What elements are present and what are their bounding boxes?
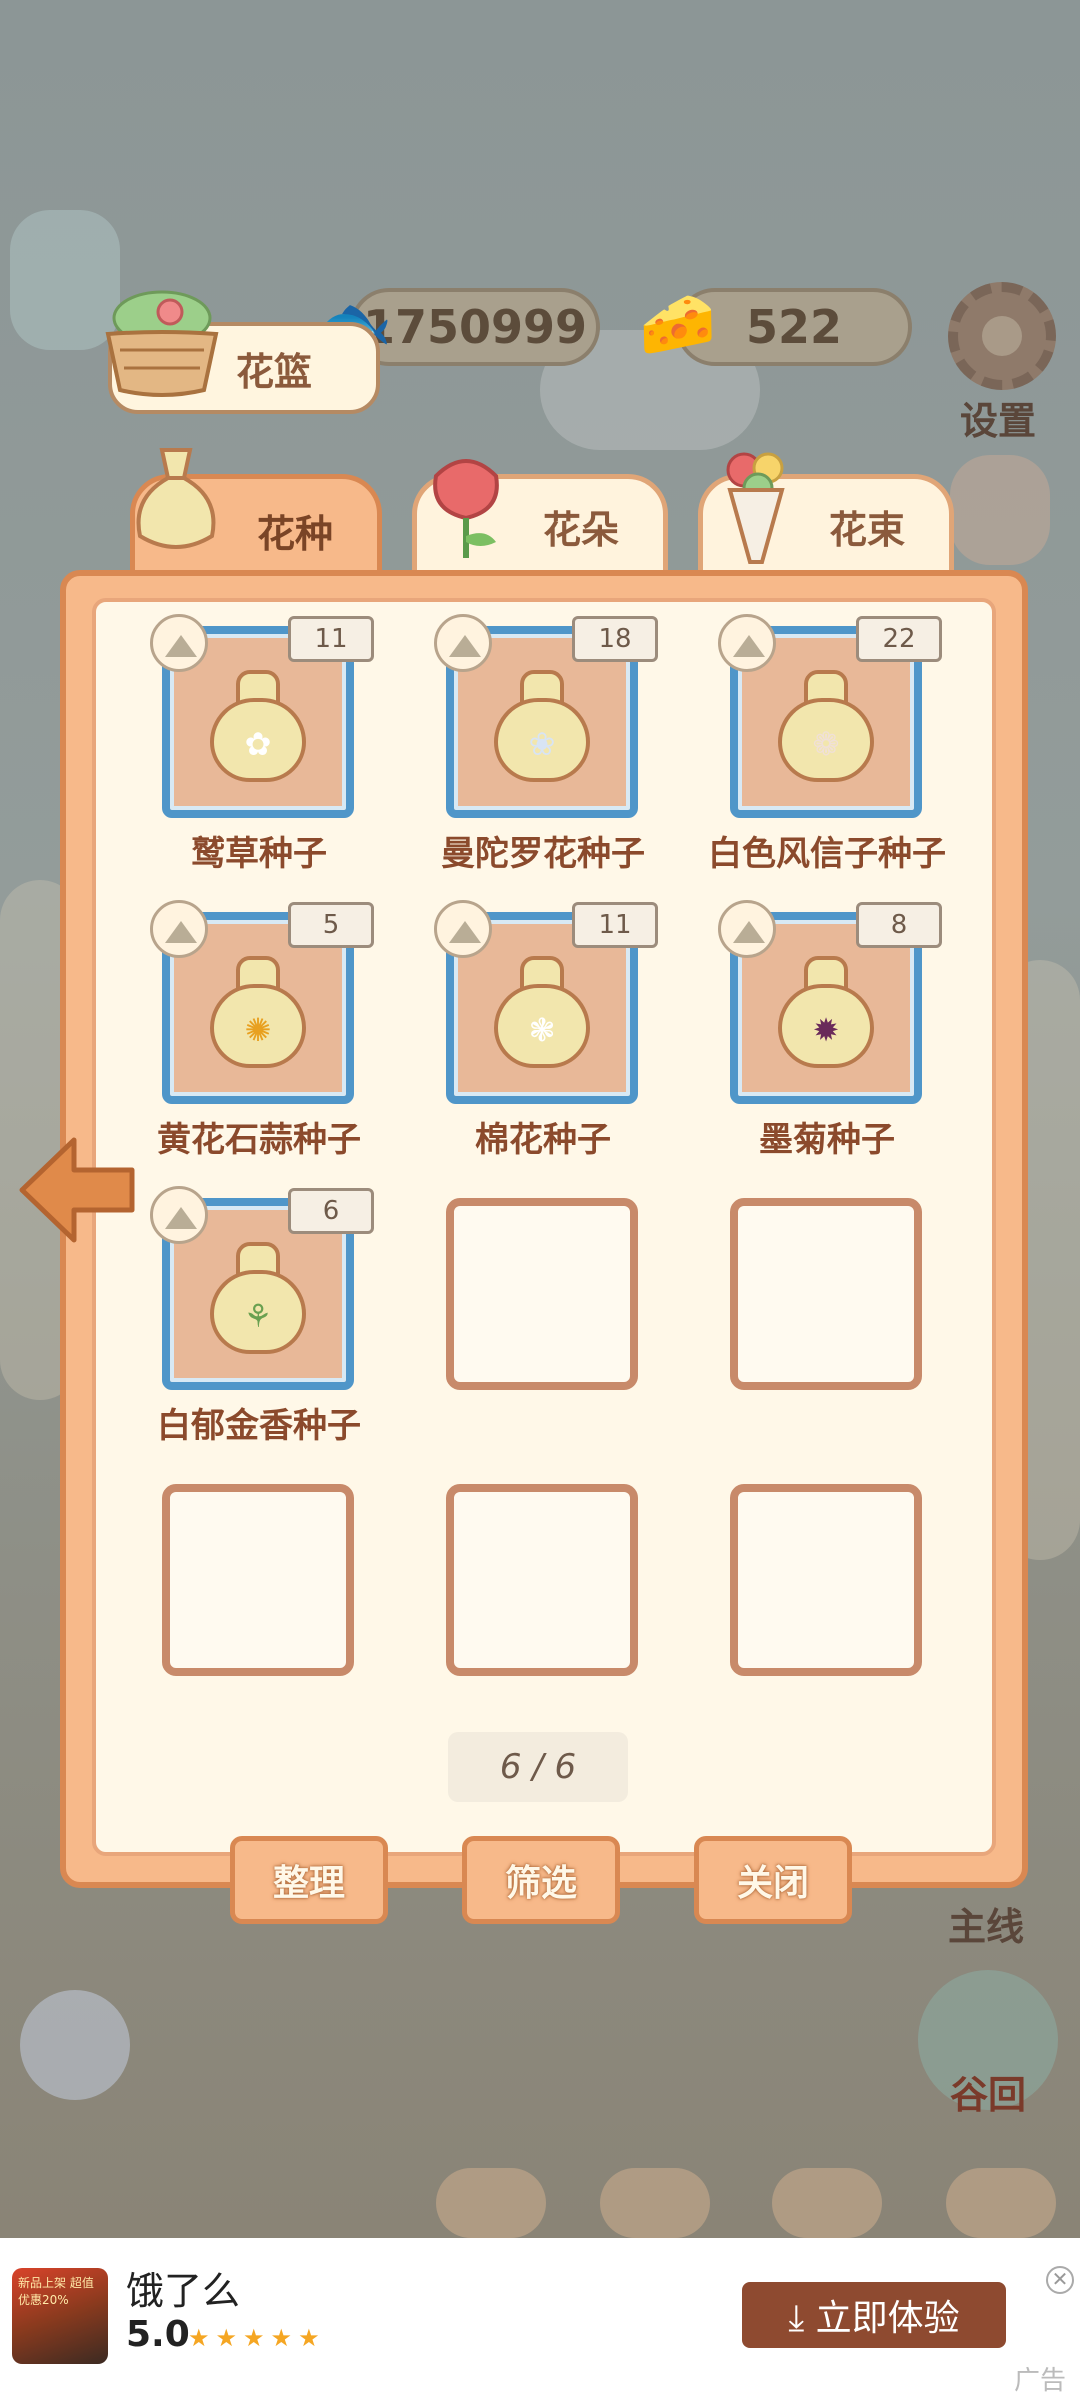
trophy-icon[interactable]: [946, 2168, 1056, 2238]
market-stall-icon[interactable]: [600, 2168, 710, 2238]
page-indicator: 6 / 6: [448, 1732, 628, 1802]
bouquet-icon: [726, 452, 785, 564]
inventory-slot[interactable]: 6 ⚘: [150, 1186, 374, 1390]
inventory-slot[interactable]: 11 ✿: [150, 614, 374, 818]
seed-type-icon: [718, 900, 776, 958]
home-label[interactable]: 谷回: [950, 2064, 1026, 2119]
seed-bag-icon: ✿: [210, 668, 306, 782]
tab-bouquets-label: 花束: [828, 507, 905, 552]
tab-flowers-label: 花朵: [542, 507, 619, 552]
item-count: 11: [288, 616, 374, 662]
close-button[interactable]: 关闭: [694, 1836, 852, 1924]
shop-window-icon[interactable]: [436, 2168, 546, 2238]
item-name: 白色风信子种子: [708, 834, 946, 874]
item-name: 曼陀罗花种子: [441, 834, 645, 874]
seed-bag-icon: ❃: [494, 954, 590, 1068]
inventory-slot[interactable]: 8 ✹: [718, 900, 942, 1104]
seed-type-icon: [718, 614, 776, 672]
empty-slot[interactable]: [730, 1484, 922, 1676]
ad-rating: 5.0: [126, 2314, 190, 2355]
ad-banner[interactable]: 新品上架 超值优惠20% 饿了么 5.0 ★★★★★ ⤓ 立即体验: [0, 2238, 1080, 2400]
mainline-label[interactable]: 主线: [948, 1896, 1024, 1951]
sort-button-label: 整理: [272, 1863, 345, 1904]
flower-icon: ✹: [812, 1011, 840, 1049]
item-name: 白郁金香种子: [157, 1406, 361, 1446]
tab-flower-seeds-label: 花种: [256, 511, 333, 556]
ad-cta-label: ⤓ 立即体验: [788, 2298, 960, 2339]
quest-list-icon[interactable]: [950, 455, 1050, 565]
empty-slot[interactable]: [446, 1484, 638, 1676]
ad-stars: ★★★★★: [188, 2324, 326, 2352]
item-count: 6: [288, 1188, 374, 1234]
empty-slot[interactable]: [162, 1484, 354, 1676]
flower-icon: ❀: [528, 725, 556, 763]
item-count: 22: [856, 616, 942, 662]
inventory-slot[interactable]: 18 ❀: [434, 614, 658, 818]
seed-bag-icon: ❀: [494, 668, 590, 782]
item-name: 黄花石蒜种子: [157, 1120, 361, 1160]
butterfly-icon: [20, 1990, 130, 2100]
seed-type-icon: [150, 1186, 208, 1244]
flower-icon: ⚘: [243, 1297, 273, 1335]
inventory-slot[interactable]: 5 ✺: [150, 900, 374, 1104]
gear-icon[interactable]: [948, 282, 1056, 390]
seed-bag-icon: ⚘: [210, 1240, 306, 1354]
filter-button[interactable]: 筛选: [462, 1836, 620, 1924]
arrow-left-icon[interactable]: [18, 1130, 136, 1250]
ad-thumbnail[interactable]: 新品上架 超值优惠20%: [12, 2268, 108, 2364]
seed-bag-icon: ✺: [210, 954, 306, 1068]
ad-cta-button[interactable]: ⤓ 立即体验: [742, 2282, 1006, 2348]
filter-button-label: 筛选: [504, 1863, 577, 1904]
flower-icon: ❁: [812, 725, 840, 763]
item-count: 5: [288, 902, 374, 948]
seed-type-icon: [150, 900, 208, 958]
basket-title-text: 花篮: [235, 349, 312, 394]
close-button-label: 关闭: [736, 1863, 809, 1904]
cheese-icon: 🧀: [639, 287, 717, 360]
seed-type-icon: [434, 614, 492, 672]
item-name: 棉花种子: [475, 1120, 611, 1160]
seed-bag-icon: ✹: [778, 954, 874, 1068]
flower-icon: ✺: [244, 1011, 272, 1049]
item-name: 墨菊种子: [759, 1120, 895, 1160]
ad-thumbnail-text: 新品上架 超值优惠20%: [18, 2276, 94, 2307]
seed-bag-icon: [136, 448, 216, 549]
seed-type-icon: [150, 614, 208, 672]
item-count: 18: [572, 616, 658, 662]
item-name: 鹫草种子: [191, 834, 327, 874]
seed-bag-icon: ❁: [778, 668, 874, 782]
item-count: 8: [856, 902, 942, 948]
sort-button[interactable]: 整理: [230, 1836, 388, 1924]
flower-icon: ✿: [244, 725, 272, 763]
settings-label[interactable]: 设置: [960, 390, 1036, 445]
empty-slot[interactable]: [730, 1198, 922, 1390]
seed-type-icon: [434, 900, 492, 958]
inventory-slot[interactable]: 11 ❃: [434, 900, 658, 1104]
rose-icon: [433, 459, 499, 558]
ad-label: 广告: [1014, 2366, 1067, 2396]
basket-icon: [105, 290, 219, 397]
empty-slot[interactable]: [446, 1198, 638, 1390]
ad-title: 饿了么: [126, 2269, 241, 2313]
flower-icon: ❃: [528, 1011, 556, 1049]
basket-nav-icon[interactable]: [772, 2168, 882, 2238]
cheese-currency-value: 522: [745, 300, 843, 354]
inventory-slot[interactable]: 22 ❁: [718, 614, 942, 818]
item-count: 11: [572, 902, 658, 948]
ad-close-icon[interactable]: ✕: [1046, 2266, 1074, 2294]
